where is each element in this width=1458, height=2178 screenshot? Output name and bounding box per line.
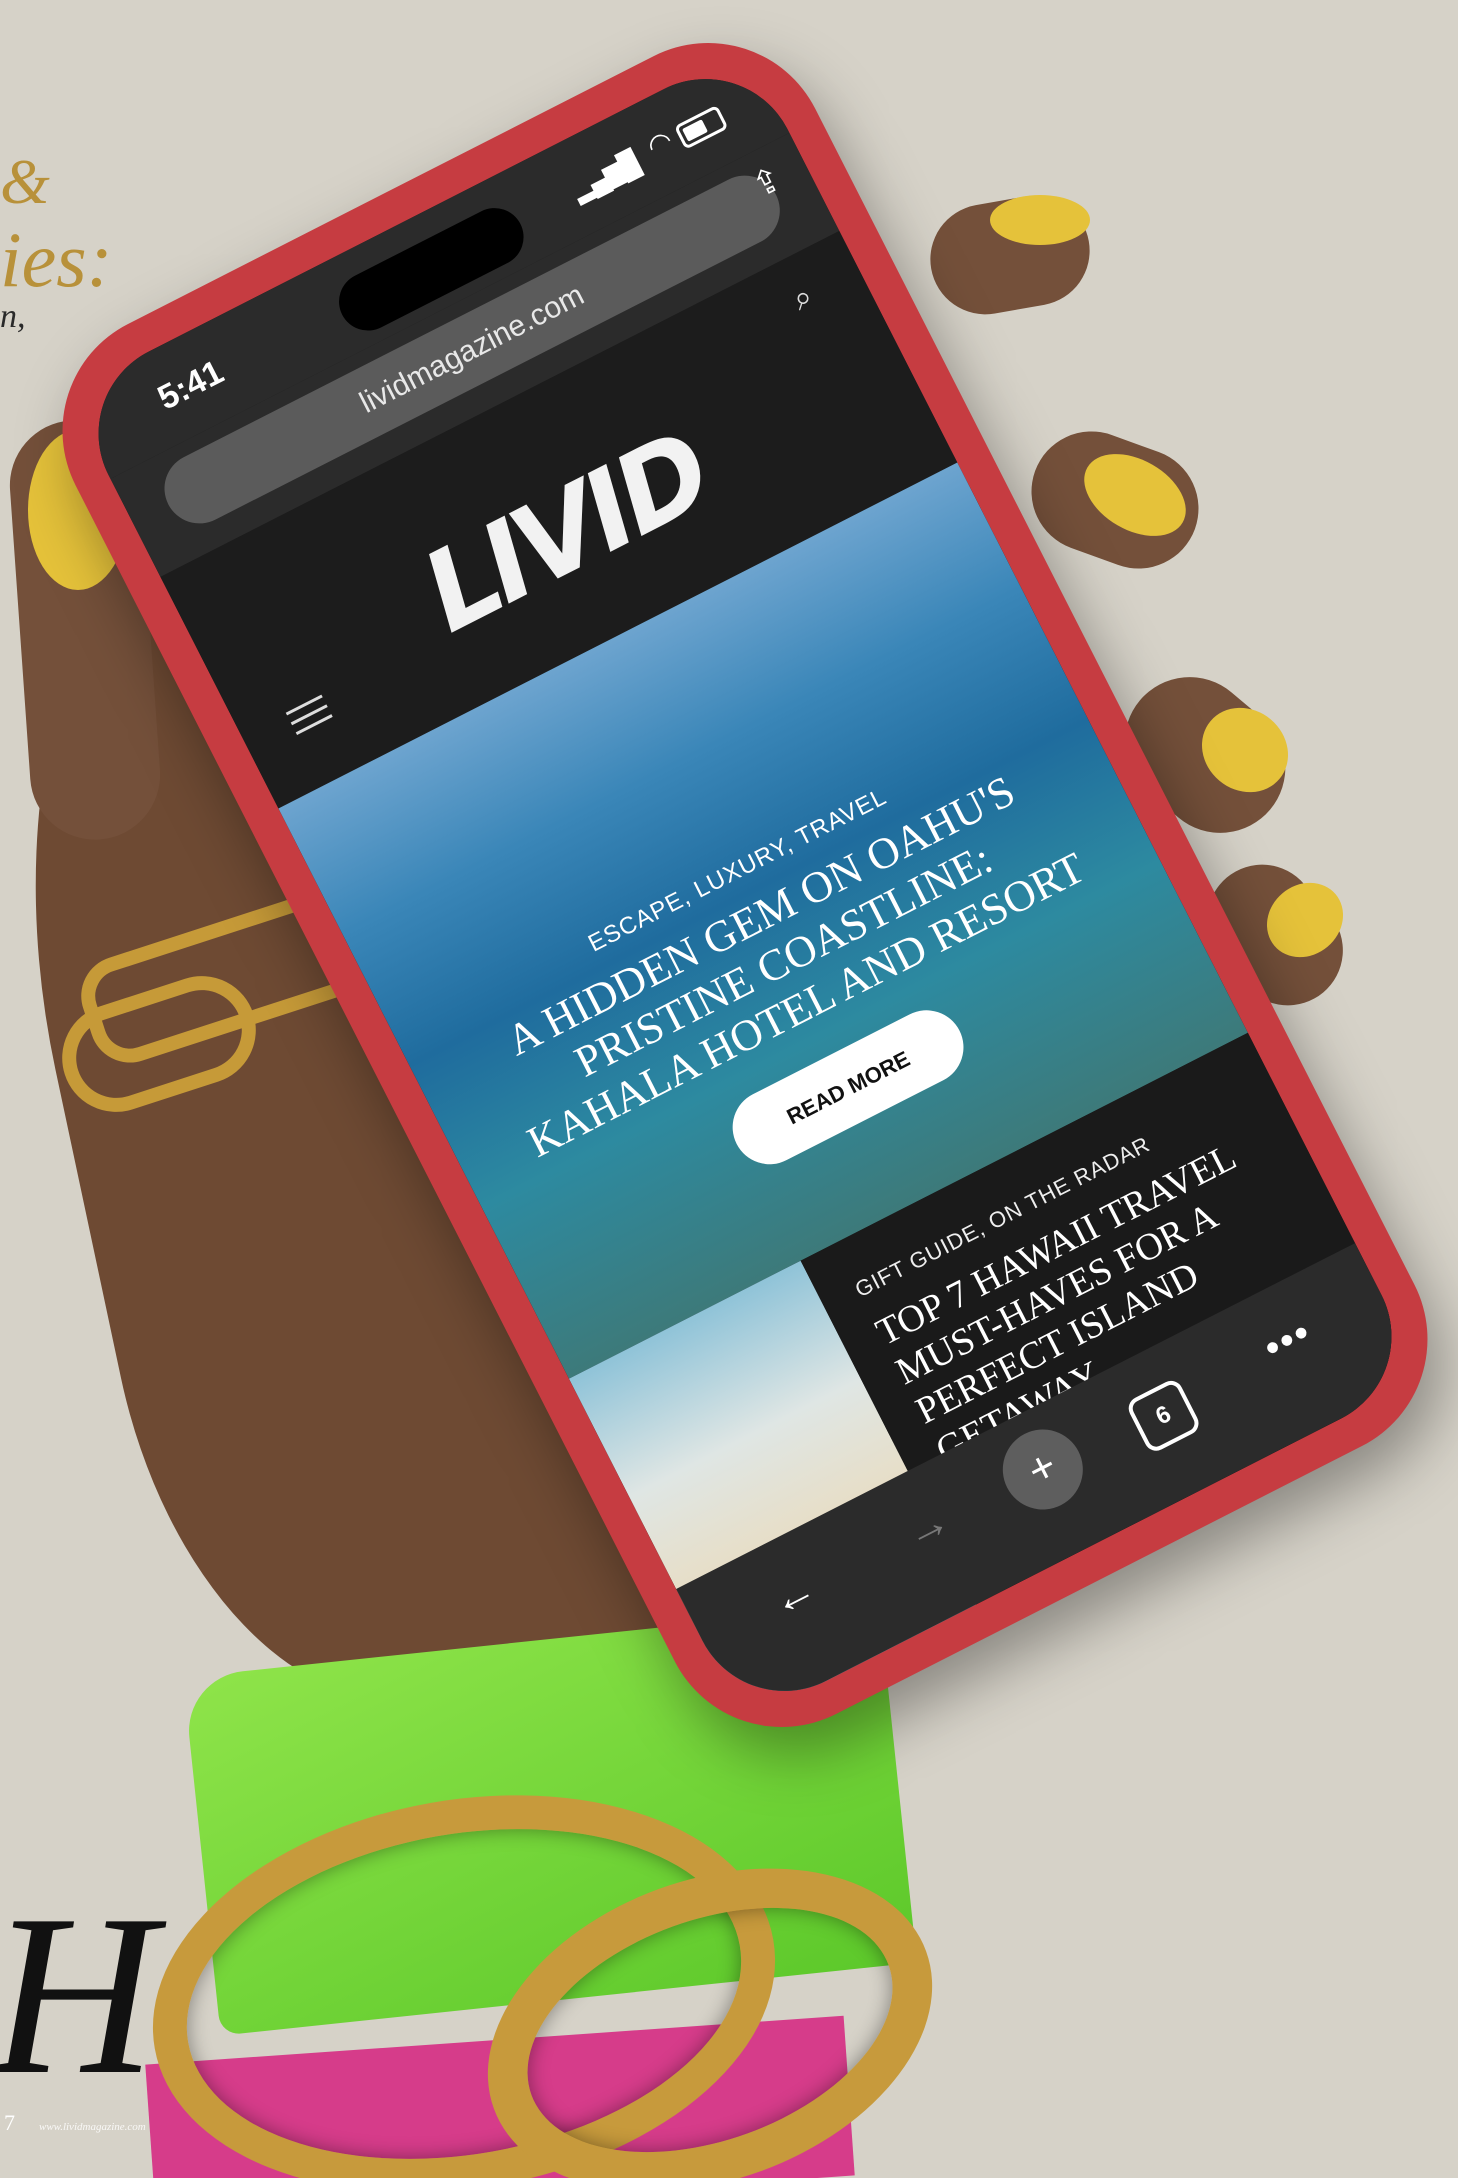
heading-subtext: n, [0, 298, 26, 335]
fingernail [990, 195, 1090, 245]
magazine-page: & ies: n, H 7 www.lividmagazine.com 5:41… [0, 0, 1458, 2178]
tab-count-button[interactable]: 6 [1124, 1376, 1203, 1455]
status-time: 5:41 [151, 352, 230, 418]
heading-ampersand: & [0, 146, 50, 217]
search-icon[interactable]: ⌕ [786, 277, 819, 319]
forward-arrow-icon[interactable]: → [896, 1495, 958, 1560]
page-number: 7 [4, 2110, 15, 2135]
new-tab-plus-icon[interactable]: + [989, 1415, 1097, 1524]
drop-letter: H [0, 1867, 157, 2122]
signal-icon: ▂▄▆█ [567, 147, 643, 206]
battery-icon [673, 104, 729, 150]
footer-url: www.lividmagazine.com [39, 2121, 146, 2133]
page-folio: 7 www.lividmagazine.com [4, 2110, 146, 2136]
wifi-icon: ◠ [641, 123, 678, 163]
heading-word: ies: [0, 216, 113, 303]
more-options-icon[interactable]: ••• [1256, 1310, 1319, 1372]
back-arrow-icon[interactable]: ← [763, 1563, 825, 1628]
